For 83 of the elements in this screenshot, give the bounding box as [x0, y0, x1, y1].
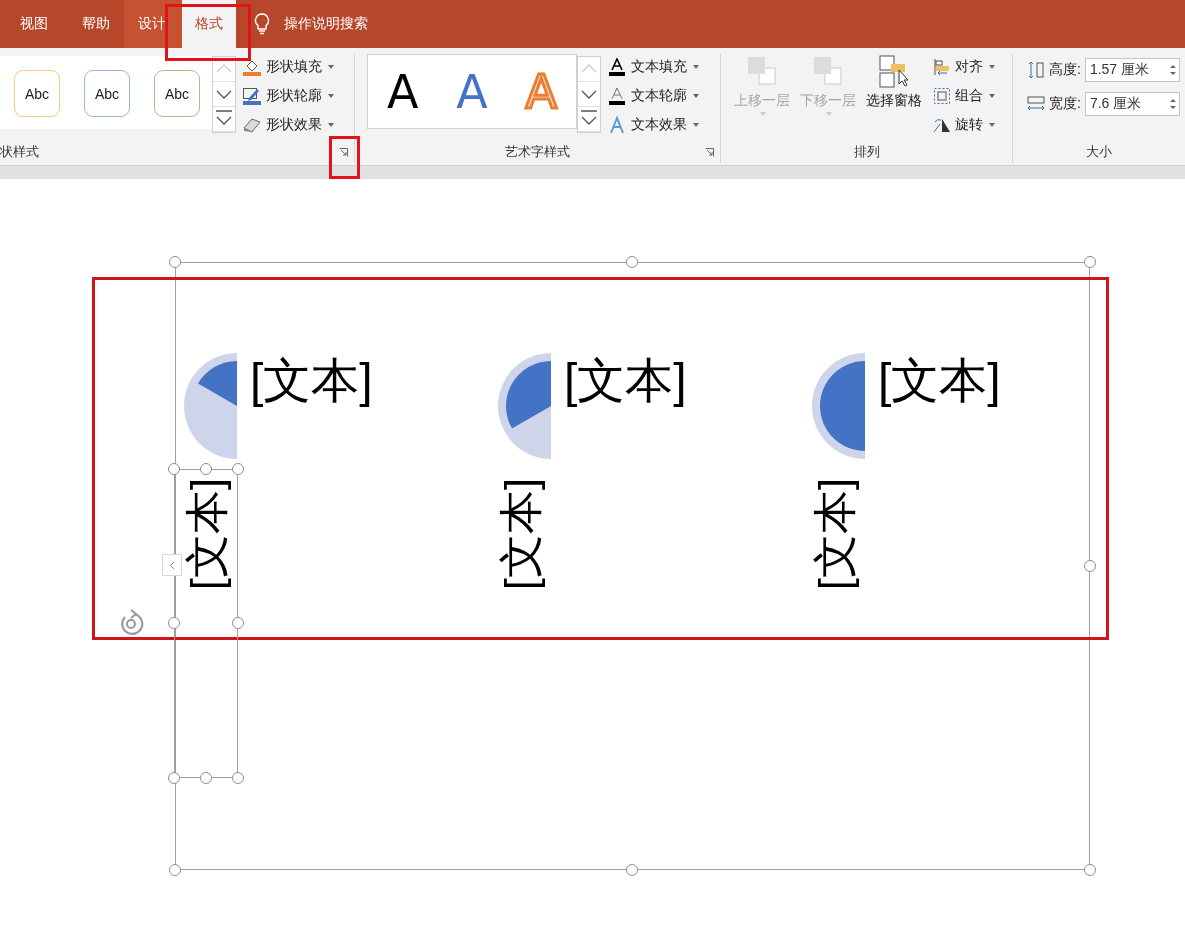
text-pane-toggle[interactable]: [162, 554, 182, 576]
resize-handle[interactable]: [626, 256, 638, 268]
paint-bucket-icon: [242, 58, 262, 76]
caret-icon: [826, 112, 832, 116]
ribbon-tab[interactable]: 格式: [182, 0, 236, 48]
shape-style-preset[interactable]: Abc: [84, 70, 130, 117]
size-spin-field[interactable]: 1.57 厘米: [1084, 58, 1180, 82]
annotation-frame: [329, 136, 360, 179]
resize-handle[interactable]: [626, 864, 638, 876]
dialog-launcher-icon[interactable]: [339, 148, 348, 157]
command-button[interactable]: 文本轮廓: [607, 85, 699, 107]
caret-icon: [328, 65, 334, 69]
text-placeholder[interactable]: [文本]: [564, 351, 687, 411]
command-button[interactable]: 形状填充: [242, 56, 334, 78]
resize-handle[interactable]: [232, 463, 244, 475]
group-label: 排列: [853, 143, 880, 161]
resize-handle[interactable]: [232, 617, 244, 629]
command-button[interactable]: 文本效果: [607, 114, 699, 136]
group-label: 艺术字样式: [505, 143, 570, 161]
vertical-text-placeholder[interactable]: [文本]: [496, 464, 546, 604]
selection-pane-icon: [877, 54, 911, 90]
text-placeholder[interactable]: [文本]: [878, 351, 1001, 411]
command-button[interactable]: 形状效果: [242, 114, 334, 136]
expand-gallery-icon[interactable]: [213, 107, 235, 132]
spin-arrows-icon[interactable]: [1168, 62, 1177, 78]
ribbon-tab[interactable]: 视图: [6, 0, 62, 48]
resize-handle[interactable]: [232, 772, 244, 784]
field-label: 宽度:: [1049, 95, 1081, 113]
text-outline-icon: [607, 87, 627, 105]
resize-handle[interactable]: [200, 772, 212, 784]
spin-arrows-icon[interactable]: [1168, 96, 1177, 112]
command-button[interactable]: 组合: [933, 85, 995, 107]
caret-icon: [328, 94, 334, 98]
text-fill-icon: [607, 58, 627, 76]
shape-style-preset[interactable]: Abc: [14, 70, 60, 117]
group-label: 大小: [1086, 143, 1112, 162]
caret-icon: [693, 65, 699, 69]
eraser-icon: [242, 116, 262, 134]
resize-handle[interactable]: [1084, 256, 1096, 268]
height-icon: [1027, 61, 1045, 79]
lightbulb-icon[interactable]: [254, 13, 270, 35]
command-button[interactable]: 形状轮廓: [242, 85, 334, 107]
rotate-handle-icon[interactable]: [118, 609, 144, 637]
tell-me-search[interactable]: 操作说明搜索: [284, 15, 368, 33]
text-placeholder[interactable]: [文本]: [250, 351, 373, 411]
caret-icon: [989, 65, 995, 69]
wordart-preset[interactable]: A: [456, 68, 488, 115]
arrange-button[interactable]: 选择窗格: [863, 54, 925, 110]
caret-icon: [693, 94, 699, 98]
vertical-text-placeholder[interactable]: [文本]: [182, 464, 232, 604]
chevron-left-icon: [169, 560, 175, 570]
resize-handle[interactable]: [168, 772, 180, 784]
resize-handle[interactable]: [200, 463, 212, 475]
group-icon: [933, 87, 951, 105]
resize-handle[interactable]: [169, 864, 181, 876]
resize-handle[interactable]: [168, 463, 180, 475]
caret-icon: [693, 123, 699, 127]
shape-style-preset[interactable]: Abc: [154, 70, 200, 117]
group-label: 状样式: [0, 143, 39, 161]
caret-icon: [328, 123, 334, 127]
expand-gallery-icon[interactable]: [578, 107, 600, 132]
wordart-preset[interactable]: A: [386, 68, 419, 115]
caret-icon: [989, 123, 995, 127]
resize-handle[interactable]: [169, 256, 181, 268]
command-button[interactable]: 对齐: [933, 56, 995, 78]
caret-icon: [760, 112, 766, 116]
resize-handle[interactable]: [1084, 560, 1096, 572]
pencil-icon: [242, 87, 262, 105]
resize-handle[interactable]: [1084, 864, 1096, 876]
vertical-text-placeholder[interactable]: [文本]: [810, 464, 860, 604]
dialog-launcher-icon[interactable]: [705, 148, 714, 157]
command-button[interactable]: 文本填充: [607, 56, 699, 78]
rotate-icon: [933, 116, 951, 134]
text-effect-icon: [607, 116, 627, 134]
caret-icon: [989, 94, 995, 98]
ribbon-tab[interactable]: 设计: [124, 0, 182, 48]
ribbon-tab[interactable]: 帮助: [68, 0, 124, 48]
align-icon: [933, 58, 951, 76]
size-spin-field[interactable]: 7.6 厘米: [1084, 92, 1180, 116]
command-button[interactable]: 旋转: [933, 114, 995, 136]
resize-handle[interactable]: [168, 617, 180, 629]
width-icon: [1027, 95, 1045, 113]
field-label: 高度:: [1049, 61, 1081, 79]
